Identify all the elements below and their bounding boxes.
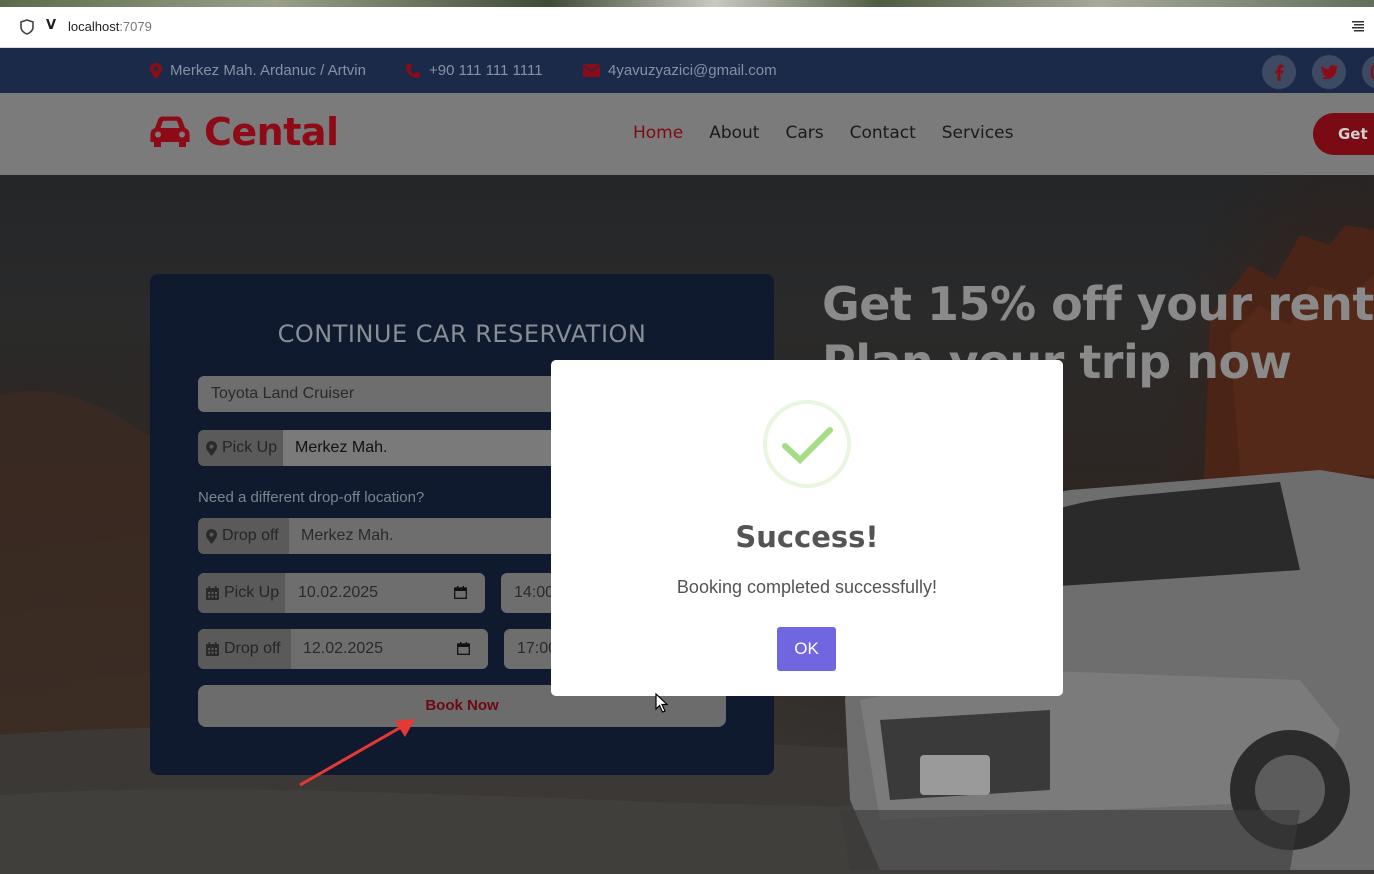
ok-button[interactable]: OK [777,627,836,671]
dropoff-date-input[interactable]: 12.02.2025 [303,640,383,658]
nav-link-contact[interactable]: Contact [850,123,916,143]
reader-view-icon[interactable] [1352,20,1364,32]
pickup-date-label: Pick Up [224,584,280,601]
map-marker-icon [206,440,217,456]
dropoff-location-addon: Drop off [198,518,289,554]
date-picker-icon[interactable] [454,586,467,599]
calendar-icon [206,642,219,656]
main-navbar: Cental Home About Cars Contact Services … [0,93,1374,175]
browser-tab-strip [0,0,1374,7]
pickup-location-label: Pick Up [222,439,278,456]
pickup-time-input[interactable]: 14:00 [514,584,554,602]
facebook-button[interactable] [1262,55,1296,89]
twitter-button[interactable] [1312,55,1346,89]
nav-link-cars[interactable]: Cars [785,123,823,143]
facebook-icon [1275,64,1284,81]
dropoff-date-label: Drop off [224,640,281,657]
twitter-icon [1320,65,1338,79]
phone-info: +90 111 111 1111 [405,48,543,93]
email-text: 4yavuzyazici@gmail.com [608,62,777,79]
pickup-date-input[interactable]: 10.02.2025 [298,584,378,602]
success-modal: Success! Booking completed successfully!… [551,360,1063,696]
mouse-cursor-icon [655,693,669,713]
modal-message: Booking completed successfully! [676,577,938,597]
map-marker-icon [150,62,162,79]
nav-link-services[interactable]: Services [942,123,1014,143]
success-check-icon [763,400,851,488]
pickup-location-input[interactable]: Merkez Mah. [295,439,387,457]
address-text: Merkez Mah. Ardanuc / Artvin [170,62,366,79]
dropoff-date-field[interactable]: Drop off 12.02.2025 [198,629,488,669]
dropoff-date-addon: Drop off [198,629,291,669]
address-info: Merkez Mah. Ardanuc / Artvin [150,48,366,93]
pickup-location-addon: Pick Up [198,430,283,466]
pickup-date-addon: Pick Up [198,573,285,613]
car-select-value: Toyota Land Cruiser [211,385,355,402]
url-text[interactable]: localhost:7079 [68,19,152,34]
date-picker-icon[interactable] [457,642,470,655]
phone-text: +90 111 111 1111 [429,62,543,79]
phone-icon [406,63,420,78]
top-info-bar: Merkez Mah. Ardanuc / Artvin +90 111 111… [0,48,1374,93]
brand-logo[interactable]: Cental [150,110,339,154]
email-info: 4yavuzyazici@gmail.com [583,48,777,93]
instagram-button[interactable] [1362,55,1374,89]
pickup-date-field[interactable]: Pick Up 10.02.2025 [198,573,485,613]
nav-menu: Home About Cars Contact Services [633,123,1039,143]
dropoff-hint[interactable]: Need a different drop-off location? [198,489,424,506]
reservation-title: CONTINUE CAR RESERVATION [277,320,647,348]
get-started-button[interactable]: Get S [1313,113,1374,155]
shield-icon[interactable] [20,19,34,35]
dropoff-location-label: Drop off [222,527,279,544]
annotation-arrow [299,719,415,787]
modal-title: Success! [735,520,879,554]
car-icon [150,116,190,147]
dropoff-location-input[interactable]: Merkez Mah. [301,527,393,545]
map-marker-icon [206,528,217,544]
envelope-icon [583,64,600,77]
nav-link-about[interactable]: About [709,123,759,143]
browser-address-bar[interactable]: V localhost:7079 [0,7,1374,48]
brand-name: Cental [204,110,339,154]
hero-title-line-1: Get 15% off your rental [822,277,1374,331]
vivaldi-icon[interactable]: V [46,18,56,33]
nav-link-home[interactable]: Home [633,123,683,143]
calendar-icon [206,586,219,600]
